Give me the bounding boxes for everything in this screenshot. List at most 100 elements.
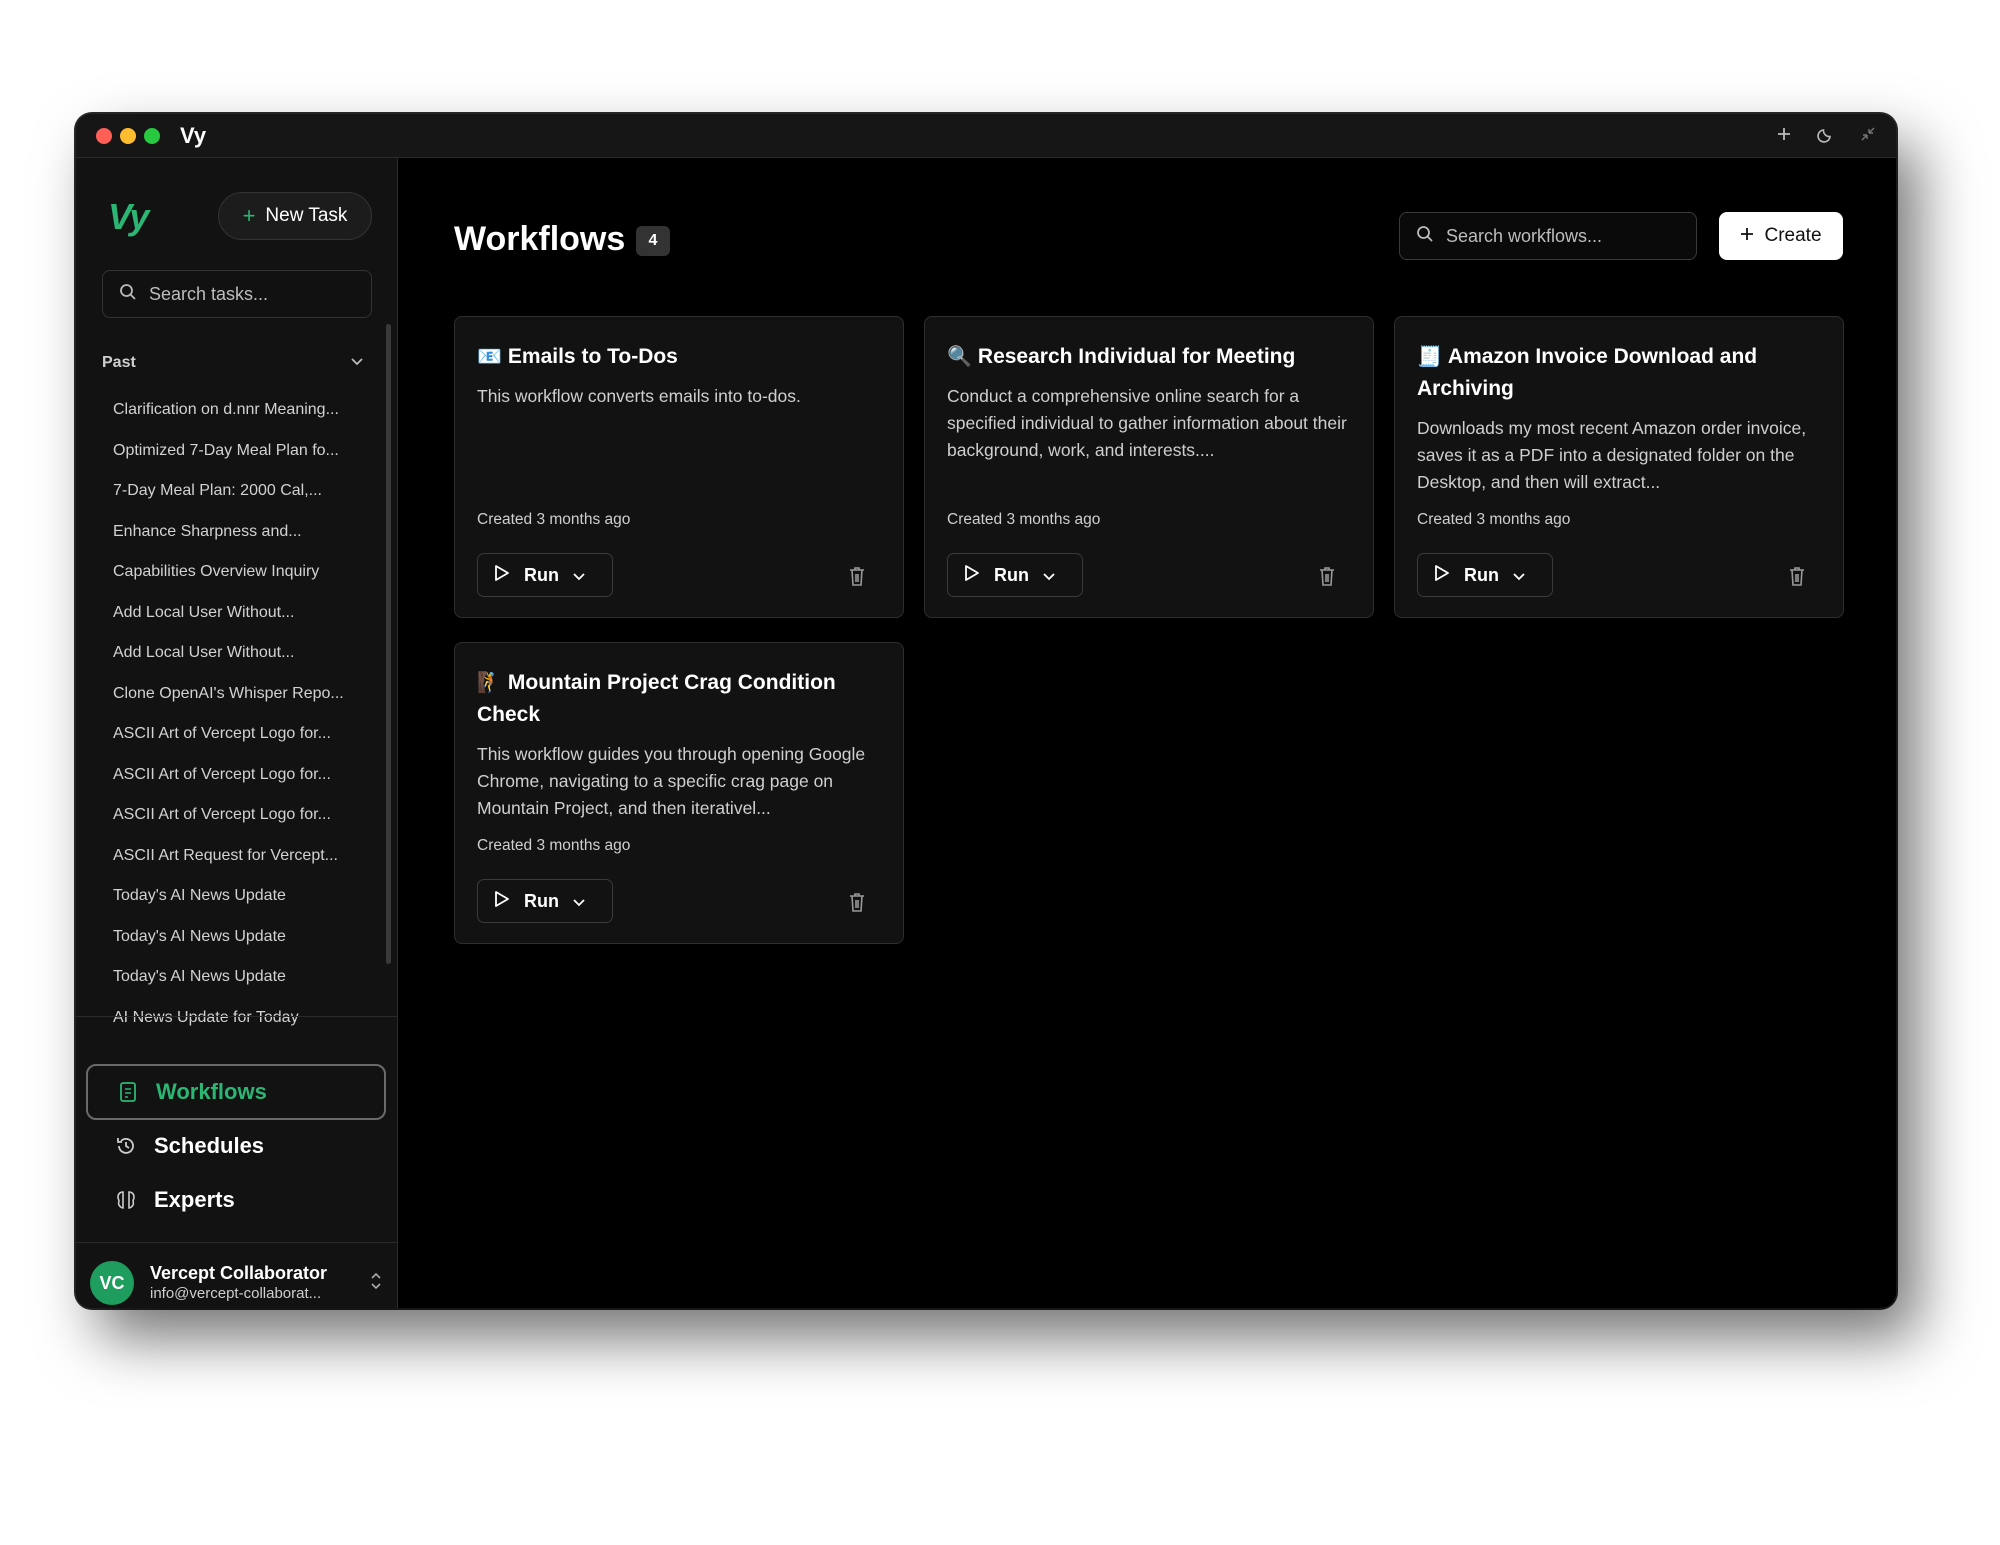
workflow-created: Created 3 months ago bbox=[947, 511, 1101, 528]
trash-icon[interactable] bbox=[847, 891, 867, 913]
plus-icon: + bbox=[242, 203, 256, 228]
run-label: Run bbox=[1464, 564, 1499, 585]
avatar: VC bbox=[90, 1261, 134, 1305]
task-history-item[interactable]: Add Local User Without... bbox=[113, 593, 358, 634]
app-title: Vy bbox=[180, 122, 207, 148]
create-label: Create bbox=[1764, 225, 1822, 246]
workflow-created: Created 3 months ago bbox=[477, 511, 631, 528]
search-icon bbox=[119, 283, 137, 306]
chevron-down-icon[interactable] bbox=[1043, 565, 1055, 586]
workflow-title-text: Research Individual for Meeting bbox=[977, 345, 1296, 368]
task-history-item[interactable]: Capabilities Overview Inquiry bbox=[113, 552, 358, 593]
play-icon bbox=[494, 564, 510, 587]
nav-schedules-label: Schedules bbox=[154, 1133, 265, 1158]
user-divider bbox=[76, 1242, 397, 1243]
task-history-item[interactable]: Enhance Sharpness and... bbox=[113, 512, 358, 553]
task-history-item[interactable]: Today's AI News Update bbox=[113, 917, 358, 958]
chevron-down-icon[interactable] bbox=[1513, 565, 1525, 586]
create-button[interactable]: Create bbox=[1719, 212, 1843, 260]
moon-icon[interactable] bbox=[1816, 124, 1836, 144]
app-window: Vy Vy + New Task Search tasks... Past Cl… bbox=[76, 114, 1896, 1308]
search-workflows-input[interactable]: Search workflows... bbox=[1399, 212, 1697, 260]
task-history-item[interactable]: Today's AI News Update bbox=[113, 876, 358, 917]
trash-icon[interactable] bbox=[1317, 565, 1337, 587]
add-icon[interactable] bbox=[1774, 124, 1794, 144]
main-content: Workflows 4 Search workflows... Create 📧… bbox=[399, 158, 1896, 1308]
envelope-icon: 📧 bbox=[477, 346, 502, 368]
nav-workflows-label: Workflows bbox=[156, 1079, 267, 1104]
task-history-item[interactable]: ASCII Art of Vercept Logo for... bbox=[113, 755, 358, 796]
user-account[interactable]: VC Vercept Collaborator info@vercept-col… bbox=[90, 1258, 390, 1308]
workflow-icon bbox=[116, 1080, 140, 1104]
sidebar-divider bbox=[76, 1016, 397, 1017]
nav-schedules[interactable]: Schedules bbox=[86, 1118, 386, 1174]
run-button[interactable]: Run bbox=[947, 553, 1083, 597]
play-icon bbox=[964, 564, 980, 587]
plus-icon bbox=[1740, 225, 1754, 247]
run-button[interactable]: Run bbox=[1417, 553, 1553, 597]
run-button[interactable]: Run bbox=[477, 553, 613, 597]
task-history-item[interactable]: ASCII Art Request for Vercept... bbox=[113, 836, 358, 877]
nav-workflows[interactable]: Workflows bbox=[86, 1064, 386, 1120]
workflow-description: This workflow guides you through opening… bbox=[477, 744, 866, 818]
run-label: Run bbox=[524, 890, 559, 911]
search-workflows-placeholder: Search workflows... bbox=[1446, 225, 1603, 246]
chevron-down-icon[interactable] bbox=[573, 891, 585, 912]
workflow-card-title: 📧 Emails to To-Dos bbox=[477, 341, 881, 373]
task-history-item[interactable]: Clone OpenAI's Whisper Repo... bbox=[113, 674, 358, 715]
task-history-item[interactable]: 7-Day Meal Plan: 2000 Cal,... bbox=[113, 471, 358, 512]
task-history-item[interactable]: Optimized 7-Day Meal Plan fo... bbox=[113, 431, 358, 472]
workflow-card[interactable]: 🧾 Amazon Invoice Download and Archiving D… bbox=[1394, 316, 1844, 618]
nav-experts-label: Experts bbox=[154, 1187, 235, 1212]
history-clock-icon bbox=[114, 1134, 138, 1158]
run-label: Run bbox=[994, 564, 1029, 585]
search-tasks-placeholder: Search tasks... bbox=[149, 283, 269, 304]
title-bar: Vy bbox=[76, 114, 1896, 158]
task-history-item[interactable]: Clarification on d.nnr Meaning... bbox=[113, 390, 358, 431]
run-button[interactable]: Run bbox=[477, 879, 613, 923]
new-task-button[interactable]: + New Task bbox=[218, 192, 372, 240]
workflow-description: This workflow converts emails into to-do… bbox=[477, 386, 801, 406]
workflow-created: Created 3 months ago bbox=[477, 837, 631, 854]
receipt-icon: 🧾 bbox=[1417, 346, 1442, 368]
workflow-card[interactable]: 🔍 Research Individual for Meeting Conduct… bbox=[924, 316, 1374, 618]
chevron-down-icon[interactable] bbox=[573, 565, 585, 586]
workflow-title-text: Amazon Invoice Download and Archiving bbox=[1417, 345, 1758, 400]
run-label: Run bbox=[524, 564, 559, 585]
workflow-title-text: Mountain Project Crag Condition Check bbox=[477, 671, 836, 726]
workflow-title-text: Emails to To-Dos bbox=[507, 345, 678, 368]
title-actions bbox=[1774, 124, 1878, 144]
chevron-down-icon bbox=[350, 354, 364, 372]
nav-experts[interactable]: Experts bbox=[86, 1172, 386, 1228]
task-history-item[interactable]: AI News Update for Today bbox=[113, 998, 358, 1039]
climber-icon: 🧗 bbox=[477, 672, 502, 694]
task-history-item[interactable]: ASCII Art of Vercept Logo for... bbox=[113, 795, 358, 836]
workflow-created: Created 3 months ago bbox=[1417, 511, 1571, 528]
workflow-card-title: 🧗 Mountain Project Crag Condition Check bbox=[477, 667, 881, 731]
user-email: info@vercept-collaborat... bbox=[150, 1284, 322, 1302]
user-name: Vercept Collaborator bbox=[150, 1263, 328, 1284]
chevron-up-down-icon[interactable] bbox=[370, 1272, 382, 1291]
trash-icon[interactable] bbox=[1787, 565, 1807, 587]
sidebar-scrollbar[interactable] bbox=[386, 324, 391, 964]
task-history-item[interactable]: ASCII Art of Vercept Logo for... bbox=[113, 714, 358, 755]
play-icon bbox=[1434, 564, 1450, 587]
task-history-item[interactable]: Add Local User Without... bbox=[113, 633, 358, 674]
workflow-card-title: 🧾 Amazon Invoice Download and Archiving bbox=[1417, 341, 1821, 405]
workflow-count-badge: 4 bbox=[636, 226, 670, 256]
task-history-item[interactable]: Today's AI News Update bbox=[113, 957, 358, 998]
minimize-window-button[interactable] bbox=[120, 127, 136, 144]
maximize-window-button[interactable] bbox=[144, 127, 160, 144]
workflow-description: Downloads my most recent Amazon order in… bbox=[1417, 418, 1807, 492]
close-window-button[interactable] bbox=[96, 127, 112, 144]
collapse-icon[interactable] bbox=[1858, 124, 1878, 144]
past-section-header[interactable]: Past bbox=[102, 354, 364, 372]
trash-icon[interactable] bbox=[847, 565, 867, 587]
past-label: Past bbox=[102, 354, 136, 371]
search-tasks-input[interactable]: Search tasks... bbox=[102, 270, 372, 318]
vy-logo: Vy bbox=[108, 196, 149, 237]
workflow-card[interactable]: 🧗 Mountain Project Crag Condition Check T… bbox=[454, 642, 904, 944]
page-title: Workflows bbox=[454, 220, 626, 258]
new-task-label: New Task bbox=[265, 205, 348, 226]
workflow-card[interactable]: 📧 Emails to To-Dos This workflow converts… bbox=[454, 316, 904, 618]
